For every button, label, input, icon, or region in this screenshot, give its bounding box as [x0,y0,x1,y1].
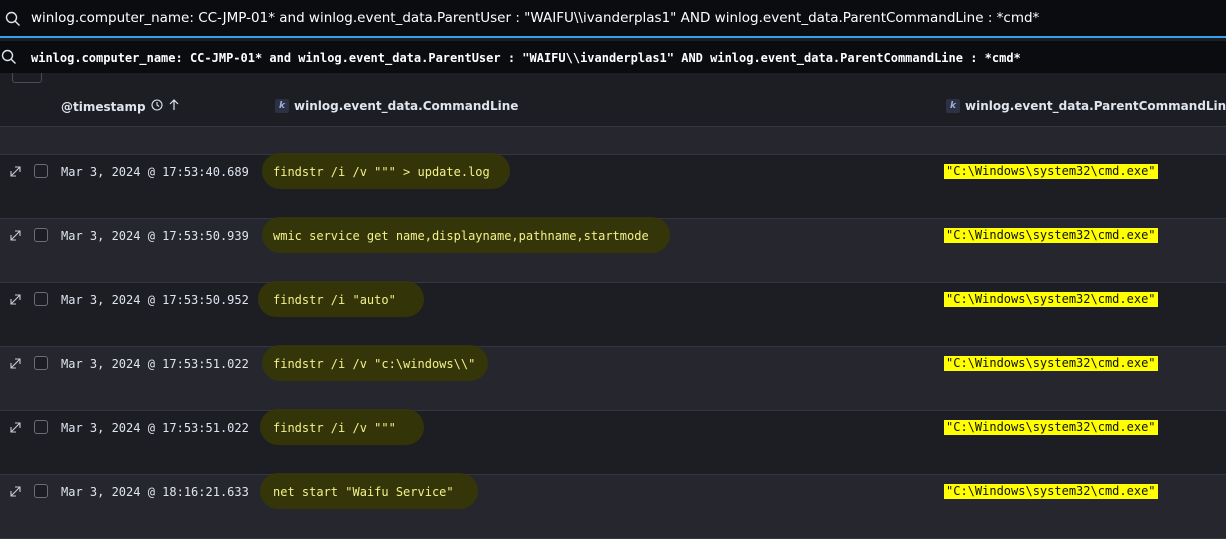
row-timestamp: Mar 3, 2024 @ 18:16:21.633 [61,485,249,499]
row-checkbox[interactable] [34,292,48,306]
column-header-label: @timestamp [61,99,146,114]
query-bar-secondary[interactable]: winlog.computer_name: CC-JMP-01* and win… [0,41,1226,73]
clock-icon [151,99,163,114]
row-command-line: findstr /i "auto" [273,293,396,307]
row-parent-command-line: "C:\Windows\system32\cmd.exe" [944,420,1158,435]
row-command-line: wmic service get name,displayname,pathna… [273,229,649,243]
row-checkbox[interactable] [34,484,48,498]
row-command-line: net start "Waifu Service" [273,485,454,499]
expand-icon[interactable] [9,485,22,501]
table-spacer-row [0,127,1226,155]
column-header-label: winlog.event_data.CommandLine [294,99,519,113]
table-row[interactable]: Mar 3, 2024 @ 17:53:40.689 findstr /i /v… [0,153,1226,219]
row-timestamp: Mar 3, 2024 @ 17:53:50.939 [61,229,249,243]
row-parent-command-line: "C:\Windows\system32\cmd.exe" [944,484,1158,499]
query-bar[interactable]: winlog.computer_name: CC-JMP-01* and win… [0,0,1226,38]
row-timestamp: Mar 3, 2024 @ 17:53:51.022 [61,421,249,435]
row-timestamp: Mar 3, 2024 @ 17:53:50.952 [61,293,249,307]
tab-strip [0,73,1226,83]
table-row[interactable]: Mar 3, 2024 @ 17:53:51.022 findstr /i /v… [0,345,1226,411]
table-row[interactable]: Mar 3, 2024 @ 17:53:50.952 findstr /i "a… [0,281,1226,347]
column-header-timestamp[interactable]: @timestamp [61,99,180,114]
expand-icon[interactable] [9,229,22,245]
table-row[interactable]: Mar 3, 2024 @ 17:53:51.022 findstr /i /v… [0,409,1226,475]
sort-ascending-icon[interactable] [168,99,180,114]
row-checkbox[interactable] [34,420,48,434]
row-command-line: findstr /i /v """ [273,421,396,435]
row-timestamp: Mar 3, 2024 @ 17:53:40.689 [61,165,249,179]
row-parent-command-line: "C:\Windows\system32\cmd.exe" [944,292,1158,307]
keyword-field-icon: k [275,99,289,113]
column-header-parent-command-line[interactable]: k winlog.event_data.ParentCommandLine [946,99,1226,113]
table-row[interactable]: Mar 3, 2024 @ 18:16:21.633 net start "Wa… [0,473,1226,539]
table-header: @timestamp k winlog.event_data.CommandLi… [0,85,1226,127]
row-command-line: findstr /i /v "c:\windows\\" [273,357,476,371]
column-header-label: winlog.event_data.ParentCommandLine [965,99,1226,113]
keyword-field-icon: k [946,99,960,113]
query-input-mono[interactable]: winlog.computer_name: CC-JMP-01* and win… [31,51,1021,65]
row-parent-command-line: "C:\Windows\system32\cmd.exe" [944,228,1158,243]
row-checkbox[interactable] [34,356,48,370]
sidebar-toggle-button[interactable] [12,73,42,83]
expand-icon[interactable] [9,165,22,181]
expand-icon[interactable] [9,293,22,309]
row-command-line: findstr /i /v """ > update.log [273,165,490,179]
column-header-command-line[interactable]: k winlog.event_data.CommandLine [275,99,518,113]
row-parent-command-line: "C:\Windows\system32\cmd.exe" [944,356,1158,371]
expand-icon[interactable] [9,421,22,437]
table-row[interactable]: Mar 3, 2024 @ 17:53:50.939 wmic service … [0,217,1226,283]
row-checkbox[interactable] [34,228,48,242]
query-input[interactable]: winlog.computer_name: CC-JMP-01* and win… [31,10,1039,26]
expand-icon[interactable] [9,357,22,373]
row-timestamp: Mar 3, 2024 @ 17:53:51.022 [61,357,249,371]
row-parent-command-line: "C:\Windows\system32\cmd.exe" [944,164,1158,179]
search-icon [1,49,17,69]
row-checkbox[interactable] [34,164,48,178]
search-icon [5,11,21,31]
